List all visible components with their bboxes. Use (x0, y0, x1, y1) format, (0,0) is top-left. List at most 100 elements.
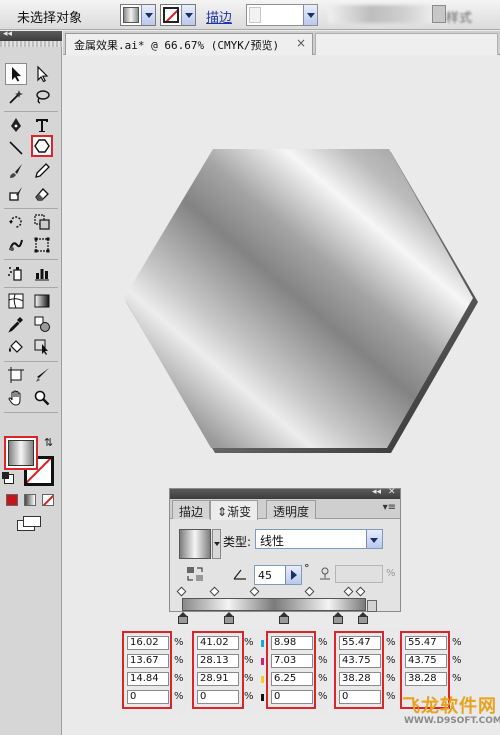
magic-wand-tool[interactable] (5, 86, 27, 108)
tab-stroke[interactable]: 描边 (172, 500, 211, 519)
selection-tool[interactable] (5, 63, 27, 85)
pencil-tool[interactable] (31, 160, 53, 182)
color-stop[interactable] (279, 612, 289, 624)
pen-tool[interactable] (5, 114, 27, 136)
gradient-type-select[interactable]: 线性 (255, 529, 383, 549)
fill-swatch-dropdown[interactable] (120, 4, 156, 26)
eyedropper-tool[interactable] (5, 313, 27, 335)
stop-1-black[interactable]: 0 (127, 690, 169, 704)
trash-icon[interactable] (367, 600, 377, 612)
blurred-dropdown-button[interactable] (432, 5, 446, 23)
stop-5-magenta[interactable]: 43.75 (405, 654, 447, 668)
polygon-tool[interactable] (31, 135, 53, 157)
paintbrush-tool[interactable] (5, 160, 27, 182)
gradient-slider[interactable] (176, 586, 378, 624)
blob-brush-tool[interactable] (5, 183, 27, 205)
collapse-icon[interactable]: ◂◂ (372, 487, 381, 497)
midpoint-diamond[interactable] (209, 586, 220, 597)
lasso-icon (36, 90, 50, 104)
warp-tool[interactable] (5, 234, 27, 256)
scale-tool[interactable] (31, 211, 53, 233)
stroke-link[interactable]: 描边 (206, 7, 232, 26)
screen-mode-button[interactable] (17, 516, 43, 532)
symbol-sprayer-tool[interactable] (5, 262, 27, 284)
gradient-tool[interactable] (31, 290, 53, 312)
panel-menu-icon[interactable]: ▾≡ (383, 502, 396, 513)
stroke-swatch-dropdown[interactable] (160, 4, 196, 26)
fill-indicator[interactable] (4, 436, 38, 470)
column-graph-tool[interactable] (31, 262, 53, 284)
chevron-down-icon[interactable] (212, 529, 221, 559)
live-paint-selection-icon (34, 339, 48, 355)
zoom-tool[interactable] (31, 387, 53, 409)
angle-field[interactable]: 45 (254, 565, 302, 585)
stop-3-magenta[interactable]: 7.03 (271, 654, 313, 668)
stop-4-magenta[interactable]: 43.75 (339, 654, 381, 668)
stroke-weight-field[interactable] (246, 4, 318, 26)
stop-1-yellow[interactable]: 14.84 (127, 672, 169, 686)
reverse-gradient-icon[interactable] (186, 566, 204, 582)
gradient-mode-button[interactable] (24, 494, 36, 506)
location-field[interactable] (335, 565, 383, 583)
color-stop[interactable] (358, 612, 368, 624)
stop-2-magenta[interactable]: 28.13 (197, 654, 239, 668)
color-mode-button[interactable] (6, 494, 18, 506)
gradient-preview-swatch[interactable] (179, 529, 211, 559)
swap-fill-stroke-icon[interactable]: ⇅ (44, 436, 53, 449)
free-transform-tool[interactable] (31, 234, 53, 256)
tab-gradient[interactable]: ⇕渐变 (210, 500, 259, 520)
midpoint-diamond[interactable] (355, 586, 366, 597)
chevron-down-icon[interactable] (181, 5, 195, 25)
hand-tool[interactable] (5, 387, 27, 409)
artboard-tool[interactable] (5, 364, 27, 386)
stop-5-cyan[interactable]: 55.47 (405, 636, 447, 650)
stop-2-black[interactable]: 0 (197, 690, 239, 704)
stop-2-cyan[interactable]: 41.02 (197, 636, 239, 650)
metal-hexagon[interactable] (123, 148, 481, 456)
midpoint-diamond[interactable] (176, 586, 187, 597)
chevron-down-icon[interactable] (141, 5, 155, 25)
eraser-tool[interactable] (31, 183, 53, 205)
location-unit: % (386, 568, 396, 579)
midpoint-diamond[interactable] (249, 586, 260, 597)
lasso-tool[interactable] (31, 86, 53, 108)
mesh-tool[interactable] (5, 290, 27, 312)
stop-3-cyan[interactable]: 8.98 (271, 636, 313, 650)
chevron-down-icon[interactable] (303, 5, 317, 25)
stop-5-yellow[interactable]: 38.28 (405, 672, 447, 686)
midpoint-diamond[interactable] (343, 586, 354, 597)
collapse-icon[interactable]: ◂◂ (3, 29, 12, 39)
live-paint-bucket-tool[interactable] (5, 336, 27, 358)
chevron-right-icon[interactable] (285, 566, 301, 584)
color-stop[interactable] (178, 612, 188, 624)
color-stop[interactable] (333, 612, 343, 624)
close-icon[interactable]: ✕ (388, 487, 396, 497)
slice-tool[interactable] (31, 364, 53, 386)
stop-1-cyan[interactable]: 16.02 (127, 636, 169, 650)
stop-4-black[interactable]: 0 (339, 690, 381, 704)
rotate-tool[interactable] (5, 211, 27, 233)
chevron-down-icon[interactable] (366, 530, 382, 548)
stop-2-yellow[interactable]: 28.91 (197, 672, 239, 686)
tab-transparency[interactable]: 透明度 (266, 500, 317, 519)
blend-tool[interactable] (31, 313, 53, 335)
type-tool[interactable] (31, 114, 53, 136)
stroke-weight-spinner[interactable] (249, 7, 261, 23)
direct-selection-tool[interactable] (31, 63, 53, 85)
line-tool[interactable] (5, 137, 27, 159)
stop-4-yellow[interactable]: 38.28 (339, 672, 381, 686)
close-icon[interactable]: × (296, 36, 306, 50)
stop-1-magenta[interactable]: 13.67 (127, 654, 169, 668)
none-mode-button[interactable] (42, 494, 54, 506)
midpoint-diamond[interactable] (304, 586, 315, 597)
toolbox-grip[interactable] (0, 41, 62, 47)
live-paint-selection-tool[interactable] (31, 336, 53, 358)
stop-3-black[interactable]: 0 (271, 690, 313, 704)
blob-brush-icon (9, 187, 22, 201)
default-fill-stroke-icon[interactable] (2, 472, 14, 484)
color-stop[interactable] (224, 612, 234, 624)
document-tab[interactable]: 金属效果.ai* @ 66.67% (CMYK/预览) × (65, 33, 313, 55)
stop-3-yellow[interactable]: 6.25 (271, 672, 313, 686)
gradient-ramp[interactable] (182, 598, 366, 611)
stop-4-cyan[interactable]: 55.47 (339, 636, 381, 650)
